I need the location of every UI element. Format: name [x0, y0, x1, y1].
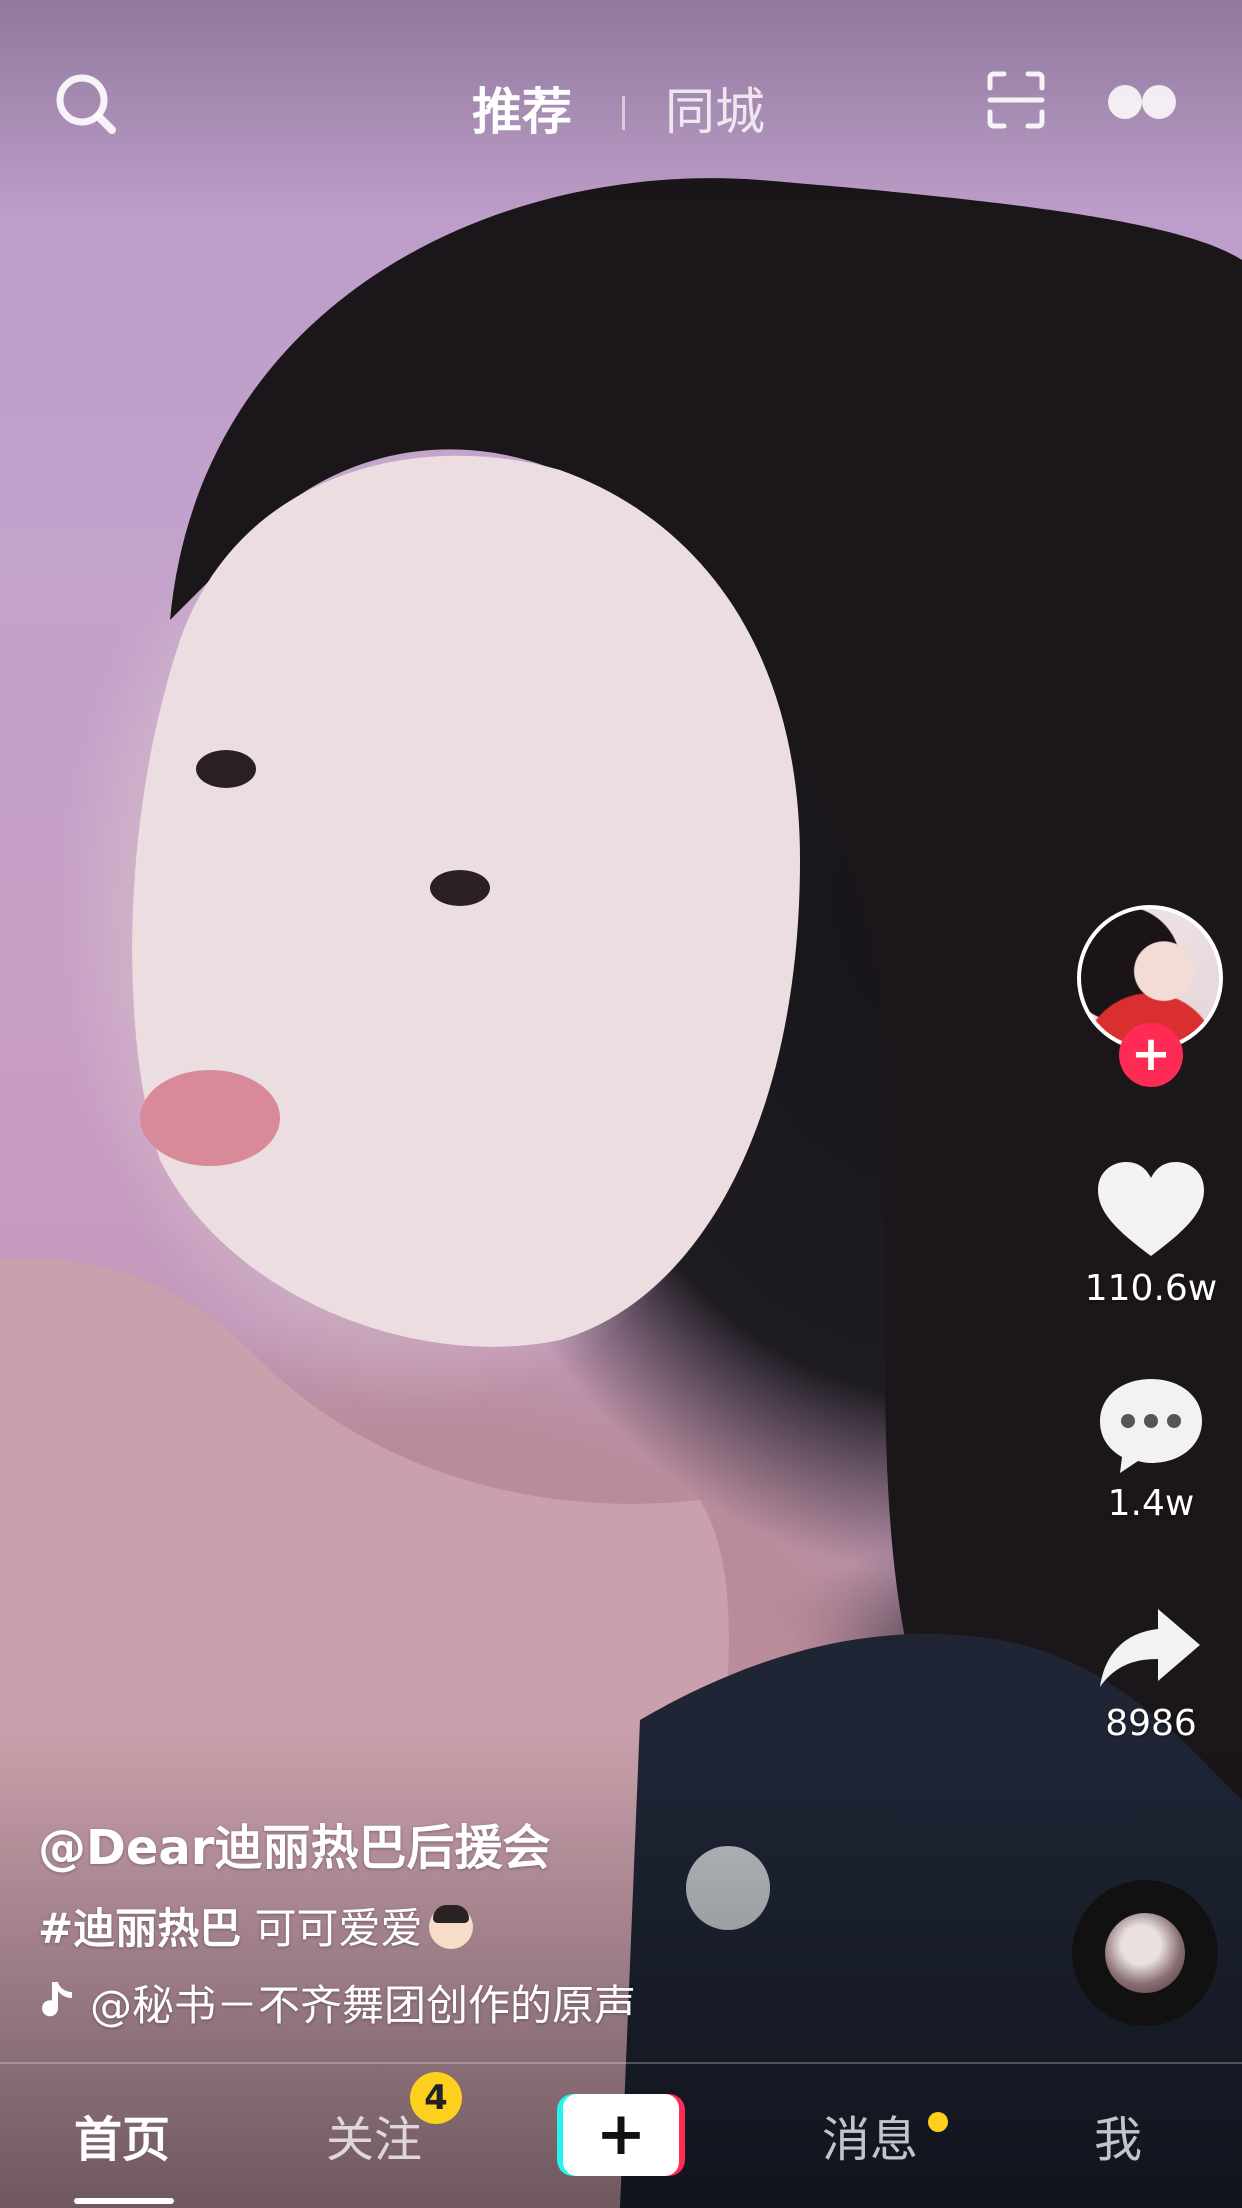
- comment-icon: [1100, 1379, 1202, 1473]
- scan-icon[interactable]: [986, 70, 1046, 130]
- share-count: 8986: [1105, 1703, 1197, 1744]
- like-count: 110.6w: [1084, 1268, 1218, 1309]
- tab-divider: [622, 96, 625, 130]
- feed-tabs: 推荐 同城: [0, 60, 1242, 150]
- comment-button[interactable]: 1.4w: [1051, 1375, 1242, 1524]
- following-badge: 4: [410, 2072, 462, 2124]
- messages-unread-dot: [928, 2112, 948, 2132]
- music-cover: [1105, 1913, 1185, 1993]
- live-dot: [1108, 85, 1142, 119]
- girl-emoji-icon: [428, 1905, 473, 1949]
- nav-home-indicator: [74, 2198, 174, 2204]
- tab-recommend[interactable]: 推荐: [472, 72, 572, 144]
- video-feed-screen[interactable]: 推荐 同城 + 110.6w 1.4w 8986 @Dear迪丽热巴后援会 #迪…: [0, 0, 1242, 2208]
- tab-nearby[interactable]: 同城: [665, 72, 765, 144]
- create-video-button[interactable]: +: [557, 2094, 685, 2176]
- nav-home[interactable]: 首页: [74, 2100, 170, 2170]
- nav-messages[interactable]: 消息: [822, 2100, 918, 2170]
- comment-count: 1.4w: [1107, 1483, 1195, 1524]
- video-caption: #迪丽热巴 可可爱爱: [38, 1895, 473, 1956]
- music-disc-icon[interactable]: [1072, 1880, 1218, 2026]
- eye-right: [430, 870, 490, 906]
- heart-icon: [1098, 1162, 1204, 1256]
- nav-following[interactable]: 关注: [326, 2100, 422, 2170]
- eye-left: [196, 750, 256, 788]
- live-dots-icon[interactable]: [1108, 85, 1176, 119]
- follow-button[interactable]: +: [1119, 1023, 1183, 1087]
- music-track[interactable]: @秘书－不齐舞团创作的原声: [38, 1970, 658, 2030]
- caption-text: 可可爱爱: [241, 1904, 423, 1953]
- share-button[interactable]: 8986: [1051, 1605, 1242, 1744]
- live-dot: [1142, 85, 1176, 119]
- creator-username[interactable]: @Dear迪丽热巴后援会: [38, 1808, 550, 1878]
- plus-icon: +: [563, 2094, 679, 2176]
- music-title: @秘书－不齐舞团创作的原声: [90, 1981, 637, 2030]
- music-note-icon: [42, 1982, 72, 2017]
- creator-avatar-group: +: [1077, 905, 1225, 1087]
- hashtag-link[interactable]: #迪丽热巴: [38, 1904, 241, 1953]
- nav-profile[interactable]: 我: [1094, 2100, 1142, 2170]
- lips: [140, 1070, 280, 1166]
- share-arrow-icon: [1100, 1609, 1200, 1687]
- like-button[interactable]: 110.6w: [1051, 1160, 1242, 1309]
- nav-divider: [0, 2062, 1242, 2064]
